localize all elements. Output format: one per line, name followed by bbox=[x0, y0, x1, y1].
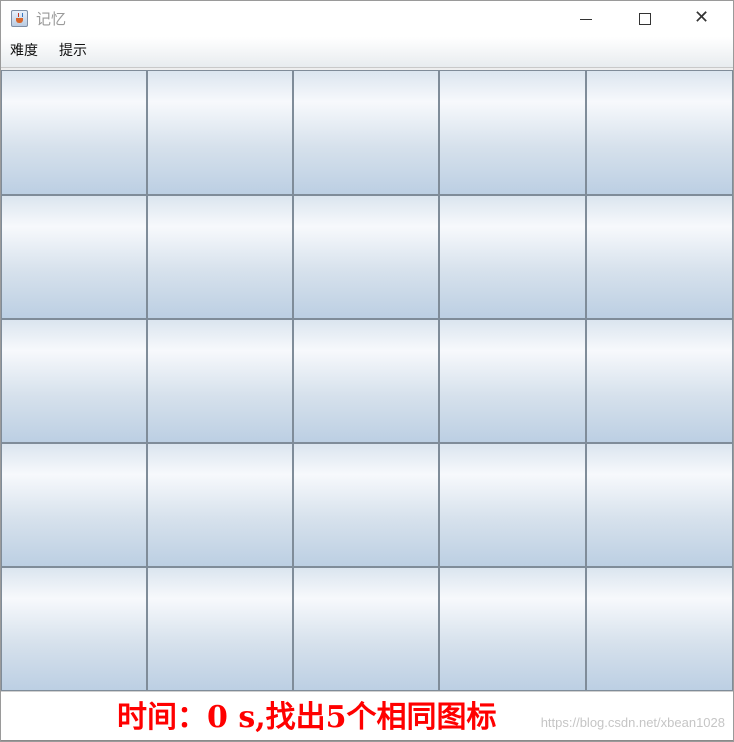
java-cup-icon bbox=[11, 10, 28, 27]
minimize-button[interactable] bbox=[557, 1, 615, 37]
card-button[interactable] bbox=[586, 319, 733, 443]
card-button[interactable] bbox=[586, 443, 733, 567]
card-button[interactable] bbox=[439, 195, 586, 319]
card-button[interactable] bbox=[293, 567, 439, 691]
card-button[interactable] bbox=[1, 567, 147, 691]
card-button[interactable] bbox=[293, 195, 439, 319]
card-button[interactable] bbox=[1, 195, 147, 319]
status-text: 时间：0 s,找出5个相同图标 bbox=[117, 700, 497, 735]
maximize-button[interactable] bbox=[615, 1, 673, 37]
app-window: 记忆 ✕ 难度 提示 时间：0 s,找出5个相同图标 https://blog.… bbox=[0, 0, 734, 742]
minimize-icon bbox=[580, 19, 592, 20]
card-button[interactable] bbox=[147, 443, 293, 567]
card-button[interactable] bbox=[439, 567, 586, 691]
close-button[interactable]: ✕ bbox=[673, 1, 731, 37]
card-button[interactable] bbox=[586, 195, 733, 319]
menu-difficulty[interactable]: 难度 bbox=[8, 42, 40, 60]
menu-bar: 难度 提示 bbox=[1, 37, 733, 68]
card-button[interactable] bbox=[1, 70, 147, 195]
card-button[interactable] bbox=[586, 70, 733, 195]
close-icon: ✕ bbox=[694, 7, 710, 28]
card-button[interactable] bbox=[147, 567, 293, 691]
card-button[interactable] bbox=[1, 443, 147, 567]
card-button[interactable] bbox=[439, 443, 586, 567]
card-button[interactable] bbox=[293, 70, 439, 195]
maximize-icon bbox=[639, 13, 651, 25]
watermark-text: https://blog.csdn.net/xbean1028 bbox=[540, 715, 725, 730]
window-title: 记忆 bbox=[36, 10, 67, 28]
card-button[interactable] bbox=[439, 70, 586, 195]
card-button[interactable] bbox=[147, 195, 293, 319]
title-bar: 记忆 ✕ bbox=[1, 1, 733, 37]
card-button[interactable] bbox=[293, 443, 439, 567]
status-bar: 时间：0 s,找出5个相同图标 https://blog.csdn.net/xb… bbox=[1, 691, 733, 741]
card-button[interactable] bbox=[586, 567, 733, 691]
card-button[interactable] bbox=[147, 70, 293, 195]
card-button[interactable] bbox=[1, 319, 147, 443]
card-button[interactable] bbox=[293, 319, 439, 443]
menu-hint[interactable]: 提示 bbox=[57, 42, 89, 60]
card-button[interactable] bbox=[439, 319, 586, 443]
card-button[interactable] bbox=[147, 319, 293, 443]
card-board bbox=[1, 70, 733, 691]
